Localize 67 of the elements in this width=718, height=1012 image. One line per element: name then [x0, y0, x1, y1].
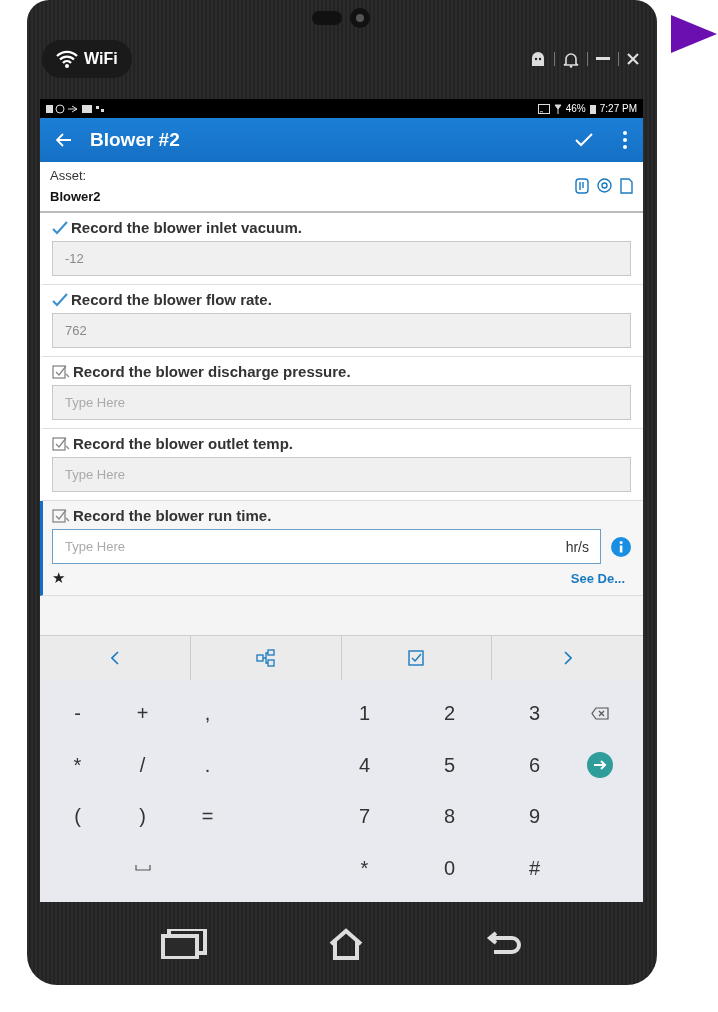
keypad-key[interactable]: .	[175, 739, 240, 791]
checkbox-pencil-icon	[52, 507, 70, 524]
unit-label: hr/s	[565, 539, 589, 555]
keypad-key[interactable]: 8	[407, 791, 492, 843]
task-title: Record the blower inlet vacuum.	[71, 219, 302, 236]
task-title: Record the blower flow rate.	[71, 291, 272, 308]
keypad-key[interactable]: *	[45, 739, 110, 791]
keypad-key[interactable]: ,	[175, 688, 240, 740]
keypad-key[interactable]: =	[175, 791, 240, 843]
keypad-key[interactable]: #	[492, 842, 577, 894]
keypad-key[interactable]: (	[45, 791, 110, 843]
check-icon	[52, 292, 68, 307]
task-title: Record the blower run time.	[73, 507, 272, 524]
battery-icon	[589, 103, 596, 114]
checkbox-pencil-icon	[52, 363, 70, 380]
asset-value: Blower2	[50, 189, 101, 204]
chevron-right-icon	[563, 651, 572, 665]
play-arrow-icon	[671, 15, 717, 53]
checkbox-pencil-icon	[52, 435, 70, 452]
keypad-key[interactable]: *	[322, 842, 407, 894]
keypad-key[interactable]: /	[110, 739, 175, 791]
task-title: Record the blower discharge pressure.	[73, 363, 351, 380]
keypad-key[interactable]: +	[110, 688, 175, 740]
keypad-key[interactable]: -	[45, 688, 110, 740]
keypad-key[interactable]: )	[110, 791, 175, 843]
info-icon[interactable]	[611, 536, 631, 557]
keypad-key[interactable]: 0	[407, 842, 492, 894]
close-icon[interactable]	[627, 53, 639, 65]
backspace-key[interactable]	[591, 707, 609, 721]
page-title: Blower #2	[90, 129, 181, 151]
at-sign-icon[interactable]	[597, 178, 612, 193]
required-mark: ★	[52, 569, 65, 587]
keypad-key[interactable]: 7	[322, 791, 407, 843]
space-key[interactable]	[134, 865, 151, 872]
input-field[interactable]: Type Here	[52, 457, 631, 492]
chevron-left-icon	[110, 651, 119, 665]
asset-label: Asset:	[50, 168, 88, 183]
wifi-icon	[56, 50, 78, 68]
checkbox-icon	[408, 650, 425, 666]
keypad-key[interactable]: 2	[407, 688, 492, 740]
wifi-label: WiFi	[84, 50, 118, 68]
hierarchy-icon	[255, 649, 276, 667]
home-icon[interactable]	[328, 927, 365, 960]
wifi-badge[interactable]: WiFi	[42, 40, 132, 78]
document-icon[interactable]	[620, 178, 633, 194]
keypad-key[interactable]: 6	[492, 739, 577, 791]
enter-key[interactable]	[587, 752, 613, 779]
attachment-icon[interactable]	[575, 178, 589, 194]
keypad-key[interactable]: 4	[322, 739, 407, 791]
keypad-key[interactable]: 9	[492, 791, 577, 843]
cast-icon	[537, 103, 550, 114]
keypad-key[interactable]: 5	[407, 739, 492, 791]
input-field[interactable]: Type Here	[52, 385, 631, 420]
notification-icons	[46, 103, 106, 114]
clock-time: 7:27 PM	[599, 103, 637, 114]
battery-percent: 46%	[565, 103, 586, 114]
minimize-icon[interactable]	[596, 57, 610, 61]
bell-icon[interactable]	[563, 50, 579, 68]
keypad-key[interactable]: 3	[492, 688, 577, 740]
signal-icon	[553, 103, 562, 114]
see-details-link[interactable]: See De...	[570, 570, 625, 586]
camera-icon	[311, 7, 372, 29]
task-title: Record the blower outlet temp.	[73, 435, 294, 452]
check-icon	[52, 220, 68, 235]
recent-apps-icon[interactable]	[160, 928, 207, 959]
keypad-key[interactable]: 1	[322, 688, 407, 740]
ghost-icon[interactable]	[530, 51, 546, 67]
